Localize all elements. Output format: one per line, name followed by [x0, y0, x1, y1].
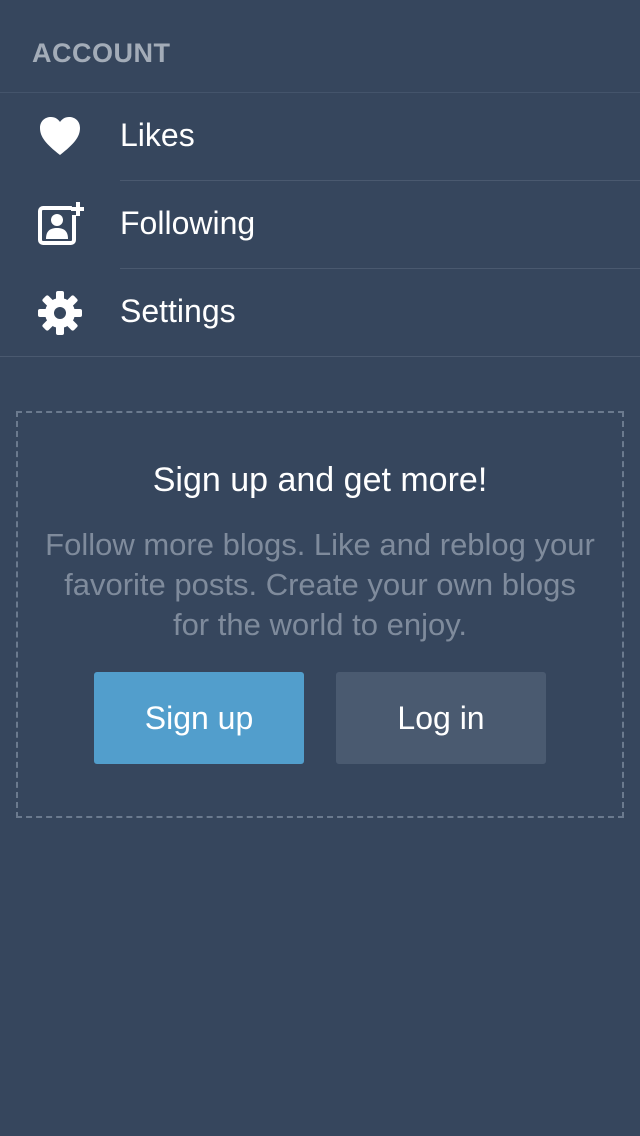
promo-description: Follow more blogs. Like and reblog your … — [45, 527, 595, 642]
divider — [0, 356, 640, 357]
sign-up-button[interactable]: Sign up — [94, 672, 304, 764]
log-in-button[interactable]: Log in — [336, 672, 546, 764]
section-header-label: ACCOUNT — [32, 38, 171, 68]
menu-item-settings[interactable]: Settings — [0, 269, 640, 357]
section-header: ACCOUNT — [0, 0, 640, 93]
menu-item-label: Following — [120, 205, 256, 241]
person-add-icon — [38, 201, 84, 245]
signup-promo: Sign up and get more! Follow more blogs.… — [16, 411, 624, 818]
menu-item-following[interactable]: Following — [0, 181, 640, 269]
gear-icon — [38, 291, 82, 335]
promo-title: Sign up and get more! — [152, 461, 488, 499]
heart-icon — [40, 117, 80, 155]
menu-item-label: Likes — [120, 117, 195, 153]
menu-item-label: Settings — [120, 293, 236, 329]
menu-item-likes[interactable]: Likes — [0, 93, 640, 181]
